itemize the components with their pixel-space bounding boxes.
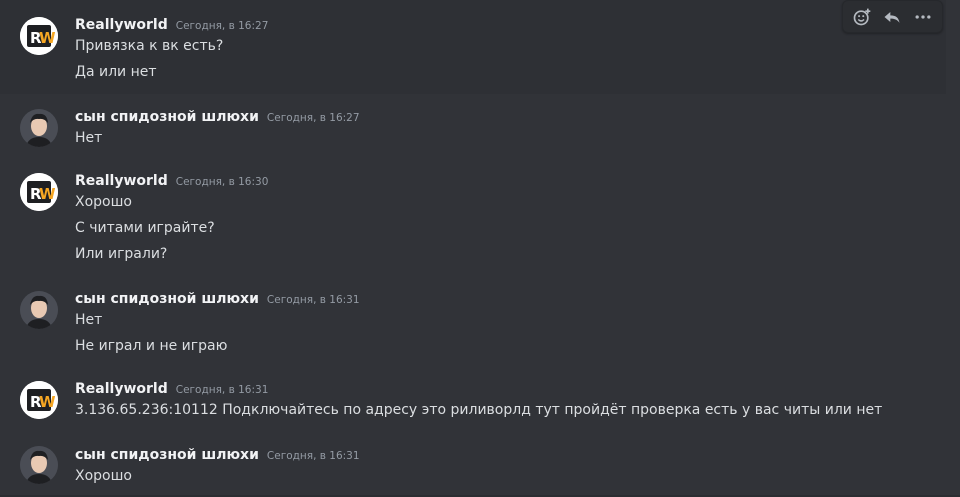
message-group[interactable]: R W Reallyworld Сегодня, в 16:30 Хорошо … xyxy=(0,164,946,274)
message-text: Привязка к вк есть? xyxy=(75,38,224,54)
message-header: сын спидозной шлюхи Сегодня, в 16:31 xyxy=(75,291,360,307)
message-header: сын спидозной шлюхи Сегодня, в 16:27 xyxy=(75,109,360,125)
message-text: Не играл и не играю xyxy=(75,338,228,354)
username[interactable]: сын спидозной шлюхи xyxy=(75,447,259,463)
message-text: 3.136.65.236:10112 Подключайтесь по адре… xyxy=(75,402,883,418)
avatar[interactable]: R W xyxy=(20,381,58,419)
svg-text:W: W xyxy=(39,29,56,47)
reply-button[interactable] xyxy=(879,4,905,30)
username[interactable]: Reallyworld xyxy=(75,381,168,397)
timestamp: Сегодня, в 16:27 xyxy=(266,112,360,124)
user-avatar-icon xyxy=(20,109,58,147)
chat-message-list: R W Reallyworld Сегодня, в 16:27 Привязк… xyxy=(0,0,960,497)
more-button[interactable] xyxy=(910,4,936,30)
message-header: Reallyworld Сегодня, в 16:31 xyxy=(75,381,268,397)
reallyworld-logo-icon: R W xyxy=(20,381,58,419)
svg-text:W: W xyxy=(39,185,56,203)
message-group[interactable]: R W Reallyworld Сегодня, в 16:27 Привязк… xyxy=(0,0,946,94)
reallyworld-logo-icon: R W xyxy=(20,173,58,211)
timestamp: Сегодня, в 16:31 xyxy=(175,384,269,396)
message-text: Или играли? xyxy=(75,246,168,262)
message-group[interactable]: R W Reallyworld Сегодня, в 16:31 3.136.6… xyxy=(0,372,946,428)
timestamp: Сегодня, в 16:30 xyxy=(175,176,269,188)
timestamp: Сегодня, в 16:31 xyxy=(266,450,360,462)
message-text: Нет xyxy=(75,312,103,328)
more-icon xyxy=(915,14,931,19)
reallyworld-logo-icon: R W xyxy=(20,17,58,55)
timestamp: Сегодня, в 16:31 xyxy=(266,294,360,306)
message-text: Хорошо xyxy=(75,194,132,210)
user-avatar-icon xyxy=(20,291,58,329)
username[interactable]: сын спидозной шлюхи xyxy=(75,109,259,125)
avatar[interactable]: R W xyxy=(20,173,58,211)
user-avatar-icon xyxy=(20,446,58,484)
avatar[interactable] xyxy=(20,291,58,329)
message-actions-toolbar xyxy=(842,0,943,33)
username[interactable]: Reallyworld xyxy=(75,17,168,33)
timestamp: Сегодня, в 16:27 xyxy=(175,20,269,32)
message-text: С читами играйте? xyxy=(75,220,215,236)
message-text: Хорошо xyxy=(75,468,132,484)
scrollbar[interactable] xyxy=(946,0,960,497)
message-group[interactable]: сын спидозной шлюхи Сегодня, в 16:31 Хор… xyxy=(0,438,946,495)
add-reaction-button[interactable] xyxy=(849,4,875,30)
username[interactable]: сын спидозной шлюхи xyxy=(75,291,259,307)
avatar[interactable] xyxy=(20,109,58,147)
message-group[interactable]: сын спидозной шлюхи Сегодня, в 16:27 Нет xyxy=(0,100,946,156)
message-header: Reallyworld Сегодня, в 16:27 xyxy=(75,17,268,33)
reply-icon xyxy=(884,11,900,23)
avatar[interactable] xyxy=(20,446,58,484)
username[interactable]: Reallyworld xyxy=(75,173,168,189)
message-group[interactable]: сын спидозной шлюхи Сегодня, в 16:31 Нет… xyxy=(0,282,946,366)
svg-text:W: W xyxy=(39,393,56,411)
message-text: Да или нет xyxy=(75,64,157,80)
avatar[interactable]: R W xyxy=(20,17,58,55)
message-text: Нет xyxy=(75,130,103,146)
add-reaction-icon xyxy=(853,8,871,25)
message-header: Reallyworld Сегодня, в 16:30 xyxy=(75,173,268,189)
message-header: сын спидозной шлюхи Сегодня, в 16:31 xyxy=(75,447,360,463)
